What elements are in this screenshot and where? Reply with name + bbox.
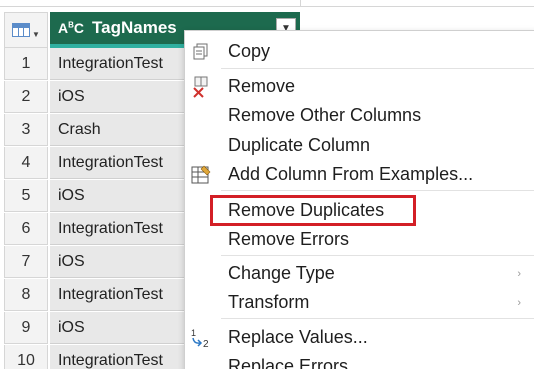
menu-item-label: Replace Values... <box>228 327 368 347</box>
row-number: 5 <box>4 180 48 212</box>
row-number: 6 <box>4 213 48 245</box>
menu-item-label: Remove <box>228 76 296 96</box>
svg-text:2: 2 <box>203 339 209 349</box>
column-context-menu: Copy Remove Remove Other Columns Duplica… <box>184 30 534 369</box>
svg-text:1: 1 <box>191 328 196 338</box>
menu-separator <box>221 68 534 69</box>
menu-item-label: Replace Errors <box>228 356 349 369</box>
menu-separator <box>221 190 534 191</box>
menu-item-replace-errors[interactable]: Replace Errors <box>185 352 534 369</box>
column-name: TagNames <box>92 18 177 37</box>
menu-item-add-column-from-examples[interactable]: Add Column From Examples... <box>185 160 534 189</box>
menu-item-label: Transform <box>228 292 310 312</box>
submenu-arrow-icon: › <box>517 296 521 309</box>
menu-item-remove-other-columns[interactable]: Remove Other Columns <box>185 101 534 130</box>
text-type-icon[interactable]: ABC <box>58 20 84 36</box>
column-from-examples-icon <box>189 163 213 187</box>
menu-item-label: Duplicate Column <box>228 135 371 155</box>
power-query-editor: ▼ ABC TagNames ▼ 1 IntegrationTest 2 iOS… <box>0 0 534 369</box>
submenu-arrow-icon: › <box>517 267 521 280</box>
row-number: 8 <box>4 279 48 311</box>
replace-values-icon: 12 <box>189 326 213 350</box>
remove-column-icon <box>189 75 213 99</box>
menu-item-remove[interactable]: Remove <box>185 72 534 101</box>
menu-separator <box>221 318 534 319</box>
table-icon <box>12 23 31 37</box>
menu-item-transform[interactable]: Transform › <box>185 288 534 317</box>
formula-bar-strip <box>0 0 534 7</box>
row-number: 7 <box>4 246 48 278</box>
chevron-down-icon: ▼ <box>32 29 40 39</box>
menu-item-replace-values[interactable]: 12 Replace Values... <box>185 323 534 352</box>
menu-item-label: Add Column From Examples... <box>228 164 474 184</box>
menu-item-label: Remove Other Columns <box>228 105 422 125</box>
menu-separator <box>221 255 534 256</box>
menu-item-label: Change Type <box>228 263 335 283</box>
menu-item-label: Remove Errors <box>228 229 350 249</box>
row-number: 2 <box>4 81 48 113</box>
row-number: 4 <box>4 147 48 179</box>
menu-item-label: Copy <box>228 41 271 61</box>
row-number: 3 <box>4 114 48 146</box>
menu-item-change-type[interactable]: Change Type › <box>185 259 534 288</box>
menu-item-duplicate-column[interactable]: Duplicate Column <box>185 131 534 160</box>
highlight-box <box>210 195 416 226</box>
menu-item-copy[interactable]: Copy <box>185 37 534 66</box>
menu-item-remove-errors[interactable]: Remove Errors <box>185 225 534 254</box>
copy-icon <box>189 40 213 64</box>
row-number: 1 <box>4 48 48 80</box>
row-number: 10 <box>4 345 48 369</box>
table-menu-button[interactable]: ▼ <box>4 12 48 48</box>
formula-bar-gap <box>300 0 311 6</box>
row-number: 9 <box>4 312 48 344</box>
